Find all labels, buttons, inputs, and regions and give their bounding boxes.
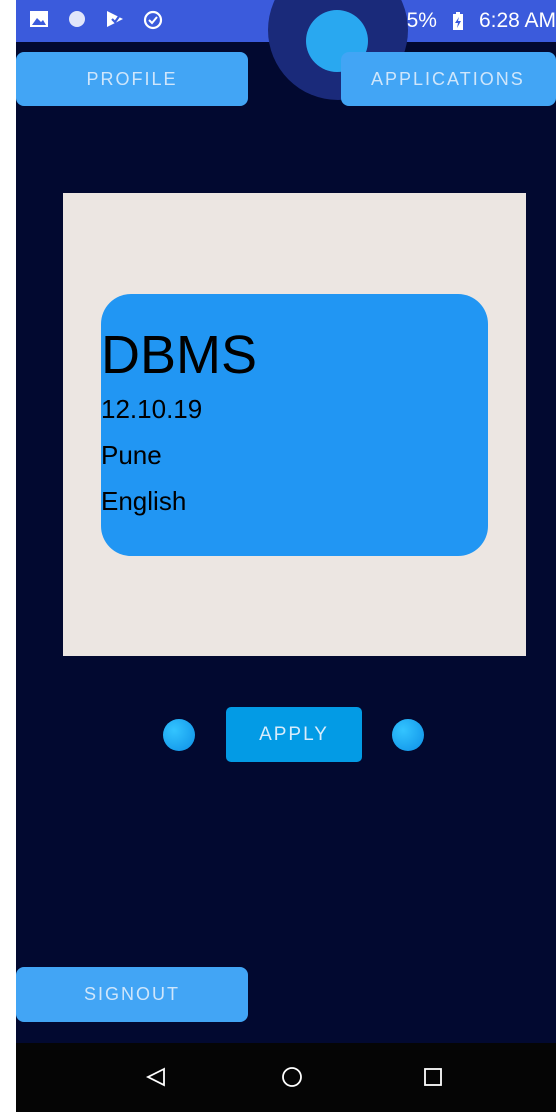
event-title: DBMS [101, 325, 258, 385]
event-language: English [101, 486, 187, 516]
recents-icon[interactable] [421, 1065, 445, 1089]
back-icon[interactable] [144, 1065, 168, 1089]
previous-dot-button[interactable] [163, 719, 195, 751]
event-card-container: DBMS 12.10.19 Pune English [63, 193, 526, 656]
event-date: 12.10.19 [101, 394, 203, 424]
home-icon[interactable] [280, 1065, 304, 1089]
navigation-bar [16, 1043, 556, 1112]
clock-time: 6:28 AM [478, 9, 556, 32]
event-location: Pune [101, 440, 162, 470]
image-icon [30, 11, 48, 27]
app-screen: 4G 65% 6:28 AM PROFILE APPLICATIONS DBMS… [16, 0, 556, 1112]
circle-icon [69, 11, 85, 27]
signout-button[interactable]: SIGNOUT [16, 967, 248, 1022]
status-left-icons [28, 8, 164, 30]
profile-button[interactable]: PROFILE [16, 52, 248, 106]
event-card[interactable]: DBMS 12.10.19 Pune English [101, 294, 488, 556]
next-dot-button[interactable] [392, 719, 424, 751]
battery-charging-icon [452, 12, 463, 30]
apply-button[interactable]: APPLY [226, 707, 362, 762]
clock-check-icon [143, 10, 163, 30]
applications-button[interactable]: APPLICATIONS [341, 52, 556, 106]
play-check-icon [107, 11, 123, 27]
